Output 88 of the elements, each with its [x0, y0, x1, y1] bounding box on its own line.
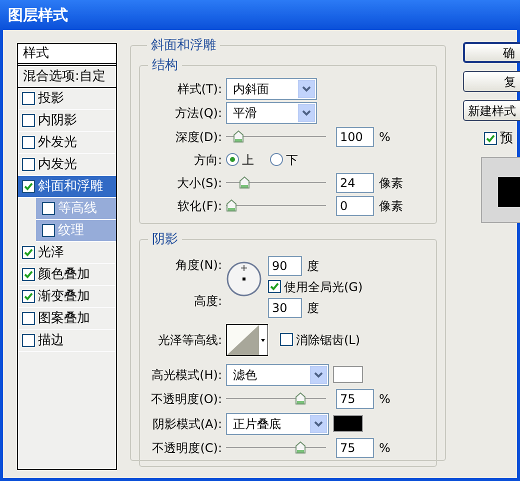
- slider-thumb[interactable]: [226, 198, 237, 212]
- style-list-item[interactable]: 投影: [18, 88, 116, 110]
- chevron-down-icon: [310, 366, 327, 384]
- field-label: 光泽等高线:: [156, 332, 223, 348]
- field-label: 深度(D):: [174, 128, 223, 146]
- unit-label: %: [379, 440, 390, 457]
- angle-dial[interactable]: [226, 260, 262, 296]
- chevron-down-icon: [298, 104, 315, 122]
- checkbox[interactable]: [22, 180, 35, 193]
- field-label: 样式(T):: [176, 81, 223, 98]
- section-title: 阴影: [151, 231, 179, 249]
- field-label: 不透明度(C):: [151, 440, 223, 457]
- checkbox[interactable]: [22, 268, 35, 281]
- color-swatch[interactable]: [333, 366, 363, 383]
- checkbox-label: 预: [500, 130, 513, 148]
- unit-label: %: [379, 128, 390, 146]
- color-swatch[interactable]: [333, 415, 363, 432]
- checkbox[interactable]: [22, 92, 35, 105]
- number-field[interactable]: 90: [268, 256, 302, 276]
- checkbox[interactable]: [22, 246, 35, 259]
- unit-label: 像素: [379, 174, 403, 192]
- style-list-item[interactable]: 混合选项:自定: [18, 66, 116, 88]
- dropdown[interactable]: 正片叠底: [226, 412, 329, 434]
- checkbox[interactable]: [280, 333, 293, 346]
- contour-picker[interactable]: [226, 324, 268, 356]
- section-title: 结构: [151, 56, 179, 74]
- field-label: 软化(F):: [176, 198, 223, 214]
- number-field[interactable]: 24: [336, 172, 374, 192]
- checkbox[interactable]: [268, 280, 281, 293]
- dropdown[interactable]: 平滑: [226, 102, 317, 124]
- number-field[interactable]: 30: [268, 298, 302, 318]
- style-list-item[interactable]: 内阴影: [18, 110, 116, 132]
- checkmark-icon: [24, 270, 33, 279]
- slider-thumb[interactable]: [239, 176, 250, 188]
- unit-label: 度: [307, 300, 319, 316]
- number-field[interactable]: 75: [336, 389, 374, 409]
- slider-thumb[interactable]: [295, 392, 306, 405]
- dropdown[interactable]: 滤色: [226, 364, 329, 386]
- dropdown[interactable]: 内斜面: [226, 78, 317, 100]
- field-label: 高度:: [192, 292, 223, 310]
- section-title: 斜面和浮雕: [150, 37, 217, 55]
- checkmark-icon: [24, 292, 33, 301]
- style-list-item[interactable]: 外发光: [18, 132, 116, 154]
- style-list-item[interactable]: 渐变叠加: [18, 286, 116, 308]
- number-field[interactable]: 75: [336, 438, 374, 458]
- checkmark-icon: [24, 182, 33, 191]
- field-label: 阴影模式(A):: [151, 416, 223, 432]
- checkbox-label: 使用全局光(G): [284, 278, 363, 296]
- checkbox[interactable]: [22, 290, 35, 303]
- field-label: 大小(S):: [176, 174, 223, 192]
- field-label: 不透明度(O):: [150, 391, 223, 408]
- field-label: 方法(Q):: [174, 105, 223, 122]
- style-list-item[interactable]: 斜面和浮雕: [18, 176, 116, 198]
- window-title: 图层样式: [8, 4, 68, 26]
- checkbox[interactable]: [22, 334, 35, 347]
- checkbox[interactable]: [42, 202, 55, 215]
- dialog-button[interactable]: 确: [463, 42, 520, 63]
- checkbox[interactable]: [42, 224, 55, 237]
- dialog-button[interactable]: 新建样式: [463, 100, 520, 121]
- slider-thumb[interactable]: [233, 130, 244, 142]
- checkbox[interactable]: [22, 158, 35, 171]
- style-list-item[interactable]: 光泽: [18, 242, 116, 264]
- slider-thumb[interactable]: [295, 441, 306, 454]
- chevron-down-icon: [310, 414, 327, 432]
- checkbox-label: 消除锯齿(L): [296, 332, 360, 348]
- style-list-item[interactable]: 描边: [18, 330, 116, 352]
- style-list-item[interactable]: 颜色叠加: [18, 264, 116, 286]
- number-field[interactable]: 100: [336, 126, 374, 146]
- field-label: 高光模式(H):: [150, 366, 223, 384]
- chevron-down-icon: [298, 80, 315, 98]
- unit-label: %: [379, 391, 390, 408]
- checkmark-icon: [486, 134, 495, 144]
- field-label: 角度(N):: [174, 256, 223, 274]
- checkmark-icon: [24, 248, 33, 257]
- checkbox[interactable]: [22, 136, 35, 149]
- checkbox[interactable]: [484, 132, 497, 146]
- checkbox[interactable]: [22, 114, 35, 127]
- checkmark-icon: [270, 282, 279, 291]
- field-label: 方向:: [192, 152, 223, 168]
- checkbox[interactable]: [22, 312, 35, 325]
- number-field[interactable]: 0: [336, 196, 374, 216]
- unit-label: 像素: [379, 198, 403, 214]
- radio-option[interactable]: 上: [226, 150, 254, 168]
- style-list-item[interactable]: 图案叠加: [18, 308, 116, 330]
- style-list-header: 样式: [18, 44, 116, 66]
- dialog-button[interactable]: 复: [463, 71, 520, 92]
- radio-option[interactable]: 下: [270, 150, 298, 168]
- unit-label: 度: [307, 258, 319, 274]
